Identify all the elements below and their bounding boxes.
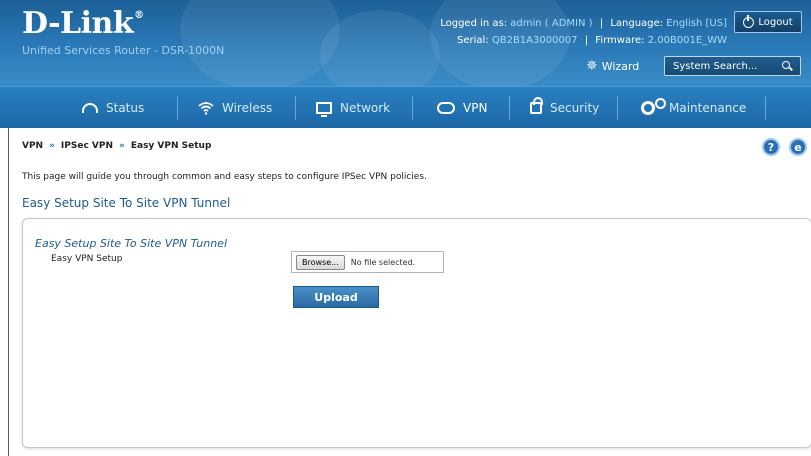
wizard-label: Wizard (601, 59, 640, 73)
nav-wireless-label: Wireless (222, 101, 273, 115)
left-border (8, 128, 9, 456)
nav-divider (765, 96, 766, 120)
lock-icon (530, 97, 543, 114)
wizard-link[interactable]: ✵ Wizard (586, 58, 639, 74)
nav-maintenance[interactable]: Maintenance (641, 87, 746, 129)
breadcrumb-easy-vpn-setup: Easy VPN Setup (130, 141, 212, 151)
nav-security-label: Security (550, 101, 600, 115)
upload-button[interactable]: Upload (293, 286, 379, 308)
session-info: Logged in as: admin ( ADMIN ) | Language… (440, 18, 727, 46)
nav-divider (509, 96, 510, 120)
nav-maintenance-label: Maintenance (669, 101, 747, 115)
gear-icon (641, 98, 666, 115)
nav-network-label: Network (340, 101, 391, 115)
system-search-input[interactable]: System Search... (664, 56, 801, 76)
power-icon (743, 14, 755, 28)
nav-network[interactable]: Network (316, 87, 390, 129)
firmware-label: Firmware: (595, 35, 645, 46)
breadcrumb-separator: » (119, 141, 125, 151)
panel-title: Easy Setup Site To Site VPN Tunnel (35, 237, 227, 250)
easy-vpn-setup-label: Easy VPN Setup (51, 254, 123, 264)
serial-value: QB2B1A3000007 (491, 35, 578, 46)
nav-security[interactable]: Security (530, 87, 599, 129)
breadcrumb: VPN » IPSec VPN » Easy VPN Setup (22, 141, 211, 151)
info-icon[interactable]: e (789, 138, 807, 156)
language-value[interactable]: English [US] (666, 18, 727, 29)
nav-vpn[interactable]: VPN (437, 87, 487, 129)
easy-setup-panel: Easy Setup Site To Site VPN Tunnel Easy … (22, 218, 811, 448)
header: D-Link® Unified Services Router - DSR-10… (0, 0, 811, 86)
wifi-icon (198, 102, 214, 115)
main-nav: Status Wireless Network VPN Security Mai… (0, 86, 811, 128)
search-placeholder: System Search... (673, 60, 758, 72)
dlink-logo: D-Link® (22, 6, 144, 41)
nav-status-label: Status (106, 101, 145, 115)
language-label: Language: (610, 18, 664, 29)
product-subtitle: Unified Services Router - DSR-1000N (22, 44, 225, 57)
firmware-value: 2.00B001E_WW (647, 35, 727, 46)
status-icon (82, 103, 98, 113)
nav-divider (617, 96, 618, 120)
search-icon[interactable] (782, 61, 790, 69)
file-status: No file selected. (350, 257, 416, 267)
logout-label: Logout (758, 16, 793, 28)
nav-wireless[interactable]: Wireless (198, 87, 272, 129)
logged-in-value: admin ( ADMIN ) (510, 18, 593, 29)
nav-status[interactable]: Status (82, 87, 144, 129)
logout-button[interactable]: Logout (734, 11, 802, 33)
nav-divider (412, 96, 413, 120)
header-decoration (180, 0, 340, 86)
nav-vpn-label: VPN (463, 101, 488, 115)
serial-label: Serial: (456, 35, 489, 46)
browse-button[interactable]: Browse... (296, 254, 345, 270)
breadcrumb-ipsec-vpn[interactable]: IPSec VPN (61, 141, 113, 151)
help-icon[interactable]: ? (762, 138, 780, 156)
nav-divider (295, 96, 296, 120)
header-decoration (320, 10, 440, 86)
file-input[interactable]: Browse... No file selected. (291, 251, 444, 273)
breadcrumb-separator: » (49, 141, 55, 151)
nav-divider (177, 96, 178, 120)
logged-in-label: Logged in as: (440, 18, 508, 29)
vpn-icon (437, 102, 455, 114)
wizard-wand-icon: ✵ (586, 58, 598, 74)
breadcrumb-vpn[interactable]: VPN (22, 141, 43, 151)
page-title: Easy Setup Site To Site VPN Tunnel (22, 196, 231, 210)
page-description: This page will guide you through common … (22, 172, 427, 182)
network-icon (316, 102, 332, 117)
